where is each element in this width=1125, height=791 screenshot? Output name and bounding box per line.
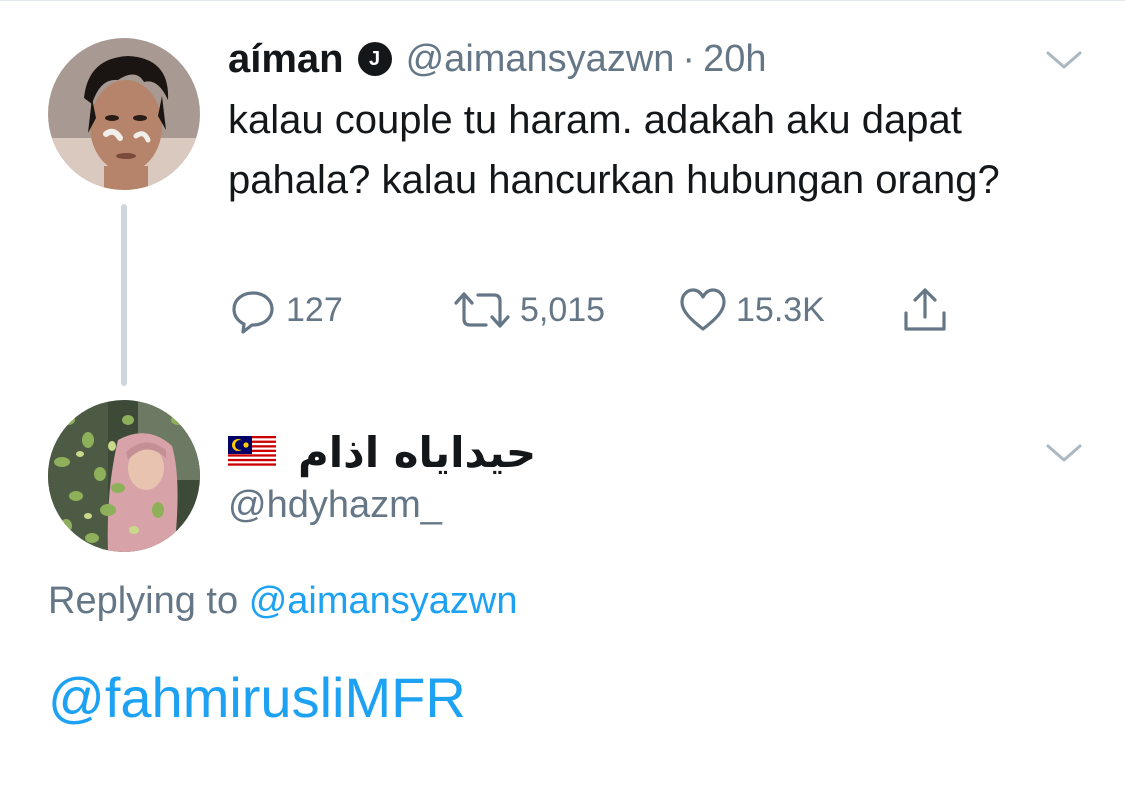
replying-to-mention[interactable]: @aimansyazwn <box>249 580 518 622</box>
avatar-aiman[interactable] <box>48 38 200 190</box>
display-name[interactable]: حيداياه اذام <box>298 428 536 477</box>
replying-to-line: Replying to @aimansyazwn <box>48 580 517 623</box>
retweet-button[interactable]: 5,015 <box>452 282 605 338</box>
like-button[interactable]: 15.3K <box>678 282 825 338</box>
original-tweet-header: aíman J @aimansyazwn · 20h <box>228 34 766 84</box>
tweet-timestamp[interactable]: 20h <box>703 38 766 81</box>
reply-text-mention[interactable]: @fahmirusliMFR <box>48 665 466 730</box>
top-divider <box>0 0 1125 1</box>
replying-label: Replying to <box>48 580 239 622</box>
tweet-text: kalau couple tu haram. adakah aku dapat … <box>228 98 1000 202</box>
verified-badge-icon: J <box>357 42 392 76</box>
share-icon <box>904 288 946 331</box>
tweet-thread: aíman J @aimansyazwn · 20h kalau couple … <box>0 0 1125 791</box>
user-handle[interactable]: @hdyhazm_ <box>228 484 442 527</box>
reply-button[interactable]: 127 <box>228 282 343 338</box>
verified-badge-letter: J <box>369 47 381 70</box>
reply-icon <box>232 291 274 334</box>
retweet-icon <box>454 292 510 328</box>
reply-tweet-header: حيداياه اذام <box>228 424 536 480</box>
reply-count: 127 <box>286 290 343 329</box>
separator-dot: · <box>682 37 696 80</box>
malaysia-flag-icon <box>228 436 276 468</box>
thread-connector-line <box>121 204 127 386</box>
display-name[interactable]: aíman <box>228 37 344 82</box>
user-handle[interactable]: @aimansyazwn <box>406 38 675 81</box>
share-button[interactable] <box>900 282 950 338</box>
tweet-actions: 127 5,015 15.3K <box>228 282 988 338</box>
like-count: 15.3K <box>736 290 825 329</box>
retweet-count: 5,015 <box>520 290 606 329</box>
chevron-down-icon[interactable] <box>1044 48 1084 72</box>
heart-icon <box>680 288 726 331</box>
chevron-down-icon[interactable] <box>1044 441 1084 465</box>
avatar-hdyhazm[interactable] <box>48 400 200 552</box>
